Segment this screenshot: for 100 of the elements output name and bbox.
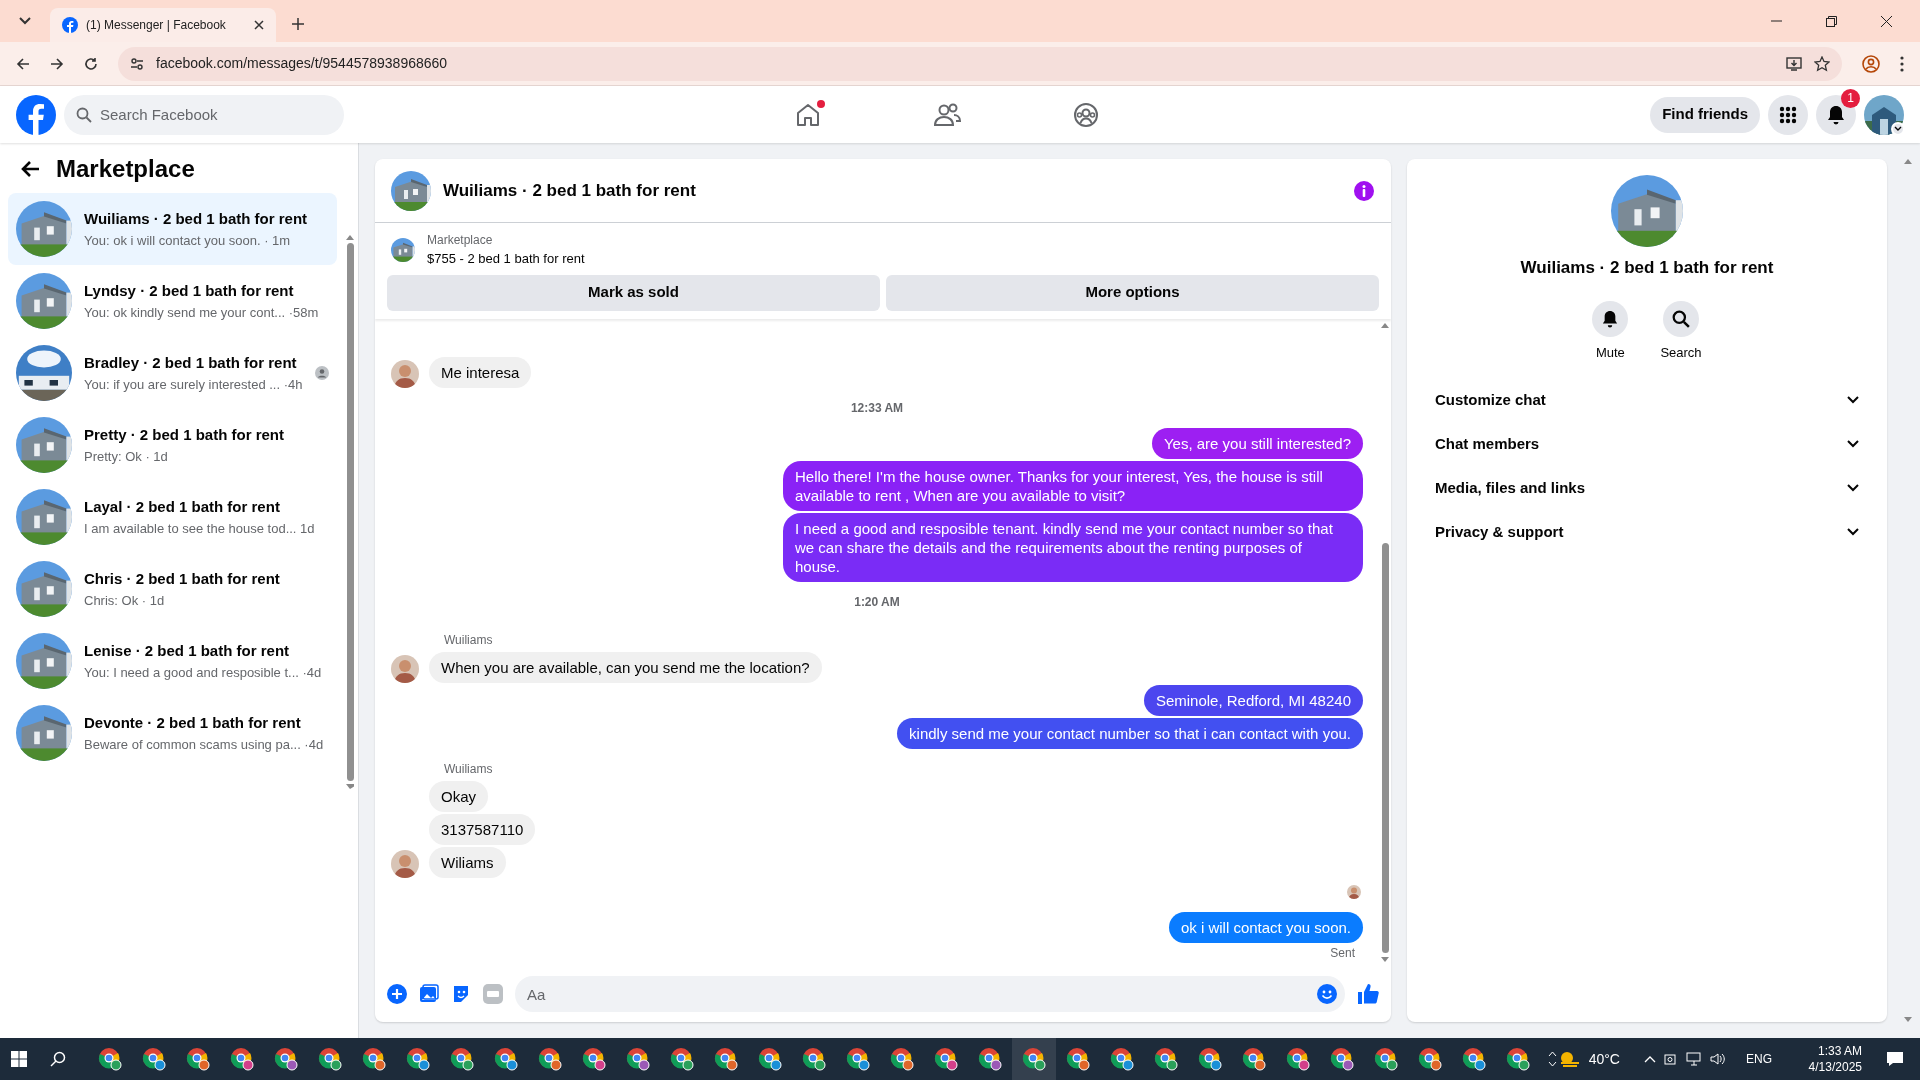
menu-grid-icon bbox=[1779, 105, 1797, 124]
notification-count: 1 bbox=[1841, 88, 1860, 108]
back-arrow-icon[interactable] bbox=[20, 160, 40, 178]
browser-icon[interactable] bbox=[97, 1047, 122, 1071]
profile-icon[interactable] bbox=[1862, 54, 1880, 73]
browser-icon[interactable] bbox=[1153, 1047, 1178, 1071]
message-bubble: 3137587110 bbox=[429, 814, 536, 845]
temperature[interactable]: 40°C bbox=[1588, 1048, 1620, 1070]
browser-icon[interactable] bbox=[1417, 1047, 1442, 1071]
search-field[interactable]: Search Facebook bbox=[64, 94, 344, 135]
browser-icon[interactable] bbox=[889, 1047, 914, 1071]
browser-icon[interactable] bbox=[141, 1047, 166, 1071]
plus-icon[interactable] bbox=[387, 984, 407, 1004]
close-icon[interactable] bbox=[254, 20, 264, 30]
browser-icon[interactable] bbox=[229, 1047, 254, 1071]
search-icon bbox=[1672, 309, 1690, 328]
browser-icon[interactable] bbox=[537, 1047, 562, 1071]
groups-icon[interactable] bbox=[1073, 101, 1100, 128]
browser-icon[interactable] bbox=[1373, 1047, 1398, 1071]
windows-start-icon[interactable] bbox=[11, 1051, 28, 1067]
message-field[interactable]: Aa bbox=[515, 976, 1345, 1012]
scroll-down-icon[interactable] bbox=[1547, 1061, 1557, 1067]
browser-icon[interactable] bbox=[845, 1047, 870, 1071]
listing-action-button[interactable]: More options bbox=[886, 274, 1379, 311]
message-bubble: Seminole, Redford, MI 48240 bbox=[1143, 685, 1363, 716]
emoji-icon[interactable] bbox=[1317, 984, 1337, 1004]
browser-icon[interactable] bbox=[757, 1047, 782, 1071]
listing-action-button[interactable]: Mark as sold bbox=[387, 274, 880, 311]
new-tab-icon[interactable] bbox=[292, 18, 304, 30]
section-row[interactable]: Customize chat bbox=[1423, 378, 1871, 422]
sender-name: Wuiliams bbox=[444, 761, 493, 778]
browser-icon[interactable] bbox=[185, 1047, 210, 1071]
conversation-item[interactable]: Wuiliams · 2 bed 1 bath for rent You: ok i will contact you soon. · 1m bbox=[8, 193, 337, 265]
sticker-icon[interactable] bbox=[451, 984, 471, 1004]
friends-icon[interactable] bbox=[933, 101, 962, 128]
browser-icon[interactable] bbox=[449, 1047, 474, 1071]
browser-icon[interactable] bbox=[1065, 1047, 1090, 1071]
browser-icon[interactable] bbox=[977, 1047, 1002, 1071]
mute-button[interactable] bbox=[1592, 300, 1629, 337]
find-friends-button[interactable]: Find friends bbox=[1650, 96, 1760, 133]
thumbs-up-icon[interactable] bbox=[1357, 983, 1379, 1005]
browser-tab[interactable]: (1) Messenger | Facebook bbox=[50, 8, 276, 42]
browser-icon[interactable] bbox=[1505, 1047, 1530, 1071]
clock[interactable]: 1:33 AM 4/13/2025 bbox=[1792, 1043, 1862, 1075]
listing-title: $755 - 2 bed 1 bath for rent bbox=[427, 250, 585, 268]
volume-icon[interactable] bbox=[1709, 1052, 1726, 1066]
browser-icon[interactable] bbox=[933, 1047, 958, 1071]
site-settings-icon[interactable] bbox=[130, 56, 144, 71]
caret-icon[interactable] bbox=[1894, 126, 1902, 131]
browser-icon[interactable] bbox=[581, 1047, 606, 1071]
browser-icon[interactable] bbox=[493, 1047, 518, 1071]
network-icon[interactable] bbox=[1685, 1052, 1702, 1066]
browser-icon[interactable] bbox=[713, 1047, 738, 1071]
forward-icon[interactable] bbox=[50, 56, 64, 71]
menu-icon[interactable] bbox=[1900, 55, 1904, 72]
browser-icon[interactable] bbox=[1021, 1047, 1046, 1071]
browser-icon[interactable] bbox=[1241, 1047, 1266, 1071]
scrollbar-thumb[interactable] bbox=[1381, 543, 1389, 953]
facebook-logo-icon[interactable] bbox=[16, 94, 56, 135]
browser-icon[interactable] bbox=[1329, 1047, 1354, 1071]
browser-icon[interactable] bbox=[317, 1047, 342, 1071]
search-icon[interactable] bbox=[50, 1051, 67, 1067]
browser-icon[interactable] bbox=[625, 1047, 650, 1071]
close-icon[interactable] bbox=[1881, 15, 1892, 27]
section-row[interactable]: Chat members bbox=[1423, 422, 1871, 466]
notification-icon[interactable] bbox=[1886, 1051, 1904, 1067]
install-icon[interactable] bbox=[1786, 56, 1802, 71]
info-icon[interactable] bbox=[1353, 179, 1375, 202]
notifications-button[interactable] bbox=[1816, 94, 1856, 135]
conversation-title: Wuiliams · 2 bed 1 bath for rent bbox=[84, 209, 309, 229]
browser-icon[interactable] bbox=[669, 1047, 694, 1071]
browser-icon[interactable] bbox=[1285, 1047, 1310, 1071]
chevron-up-icon[interactable] bbox=[1643, 1055, 1656, 1063]
browser-icon[interactable] bbox=[273, 1047, 298, 1071]
scrollbar-thumb[interactable] bbox=[346, 243, 354, 781]
message-bubble: Wiliams bbox=[429, 847, 506, 878]
conversation-preview: You: if you are surely interested ... ·4h bbox=[84, 375, 303, 394]
scroll-up-icon[interactable] bbox=[1547, 1051, 1557, 1057]
search-button[interactable] bbox=[1663, 300, 1699, 337]
language-indicator[interactable]: ENG bbox=[1745, 1050, 1772, 1068]
browser-icon[interactable] bbox=[1461, 1047, 1486, 1071]
tab-list-icon[interactable] bbox=[19, 17, 31, 25]
image-icon[interactable] bbox=[419, 984, 439, 1004]
browser-icon[interactable] bbox=[1109, 1047, 1134, 1071]
camera-icon[interactable] bbox=[1663, 1052, 1678, 1066]
home-icon[interactable] bbox=[795, 101, 822, 128]
browser-icon[interactable] bbox=[405, 1047, 430, 1071]
reload-icon[interactable] bbox=[84, 56, 98, 71]
address-field[interactable]: facebook.com/messages/t/9544578938968660 bbox=[118, 46, 1842, 81]
sidebar-title: Marketplace bbox=[56, 154, 195, 184]
bookmark-star-icon[interactable] bbox=[1814, 55, 1830, 72]
section-row[interactable]: Privacy & support bbox=[1423, 510, 1871, 554]
browser-icon[interactable] bbox=[801, 1047, 826, 1071]
back-icon[interactable] bbox=[16, 56, 30, 71]
section-row[interactable]: Media, files and links bbox=[1423, 466, 1871, 510]
action-label: Mute bbox=[1595, 343, 1625, 362]
browser-icon[interactable] bbox=[361, 1047, 386, 1071]
browser-icon[interactable] bbox=[1197, 1047, 1222, 1071]
menu-button[interactable] bbox=[1768, 94, 1808, 135]
restore-icon[interactable] bbox=[1826, 15, 1837, 27]
